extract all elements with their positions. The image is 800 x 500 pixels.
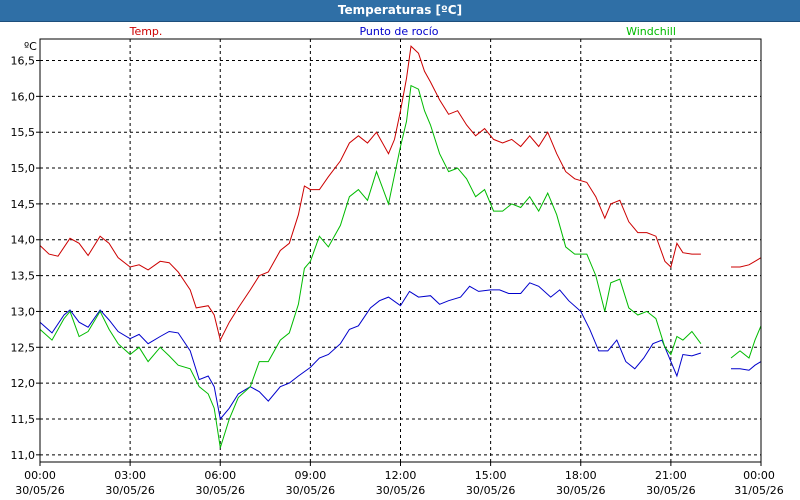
legend-item: Windchill xyxy=(626,25,676,38)
series-line xyxy=(731,361,762,371)
y-tick-label: 16,0 xyxy=(11,90,36,103)
y-tick-label: 11,5 xyxy=(11,413,36,426)
x-tick-date-label: 30/05/26 xyxy=(646,484,695,497)
y-tick-label: 12,0 xyxy=(11,377,36,390)
temperature-chart: ºC Temp. Punto de rocío Windchill 11,0 11,5… xyxy=(11,25,784,497)
legend-item: Temp. xyxy=(129,25,163,38)
series-line xyxy=(730,325,762,359)
y-axis-unit: ºC xyxy=(24,40,37,53)
y-tick-label: 12,5 xyxy=(11,341,36,354)
series-line xyxy=(731,257,762,268)
x-tick-date-label: 30/05/26 xyxy=(196,484,245,497)
x-tick-time-label: 12:00 xyxy=(385,469,417,482)
grid xyxy=(40,39,761,462)
series-line xyxy=(39,45,701,342)
x-tick-time-label: 15:00 xyxy=(475,469,507,482)
y-tick-label: 15,5 xyxy=(11,126,36,139)
x-tick-date-label: 30/05/26 xyxy=(556,484,605,497)
y-tick-label: 13,0 xyxy=(11,305,36,318)
x-tick-time-label: 00:00 xyxy=(743,469,775,482)
y-tick-label: 15,0 xyxy=(11,162,36,175)
x-tick-time-label: 06:00 xyxy=(204,469,236,482)
series-line xyxy=(39,282,702,421)
x-tick-date-label: 30/05/26 xyxy=(105,484,154,497)
x-tick-time-label: 18:00 xyxy=(565,469,597,482)
y-tick-label: 13,5 xyxy=(11,270,36,283)
legend: Temp. Punto de rocío Windchill xyxy=(129,25,676,38)
title-bar: Temperaturas [ºC] xyxy=(0,0,800,22)
chart-title: Temperaturas [ºC] xyxy=(337,3,463,17)
x-tick-date-label: 30/05/26 xyxy=(286,484,335,497)
x-tick-time-label: 00:00 xyxy=(24,469,56,482)
x-tick-date-label: 30/05/26 xyxy=(466,484,515,497)
x-tick-date-label: 30/05/26 xyxy=(376,484,425,497)
x-tick-time-label: 09:00 xyxy=(295,469,327,482)
y-tick-label: 14,0 xyxy=(11,234,36,247)
legend-item: Punto de rocío xyxy=(359,25,438,38)
y-tick-label: 16,5 xyxy=(11,55,36,68)
x-tick-time-label: 21:00 xyxy=(655,469,687,482)
x-tick-date-label: 31/05/26 xyxy=(734,484,783,497)
x-tick-date-label: 30/05/26 xyxy=(15,484,64,497)
x-tick-time-label: 03:00 xyxy=(114,469,146,482)
y-tick-label: 14,5 xyxy=(11,198,36,211)
y-tick-label: 11,0 xyxy=(11,449,36,462)
